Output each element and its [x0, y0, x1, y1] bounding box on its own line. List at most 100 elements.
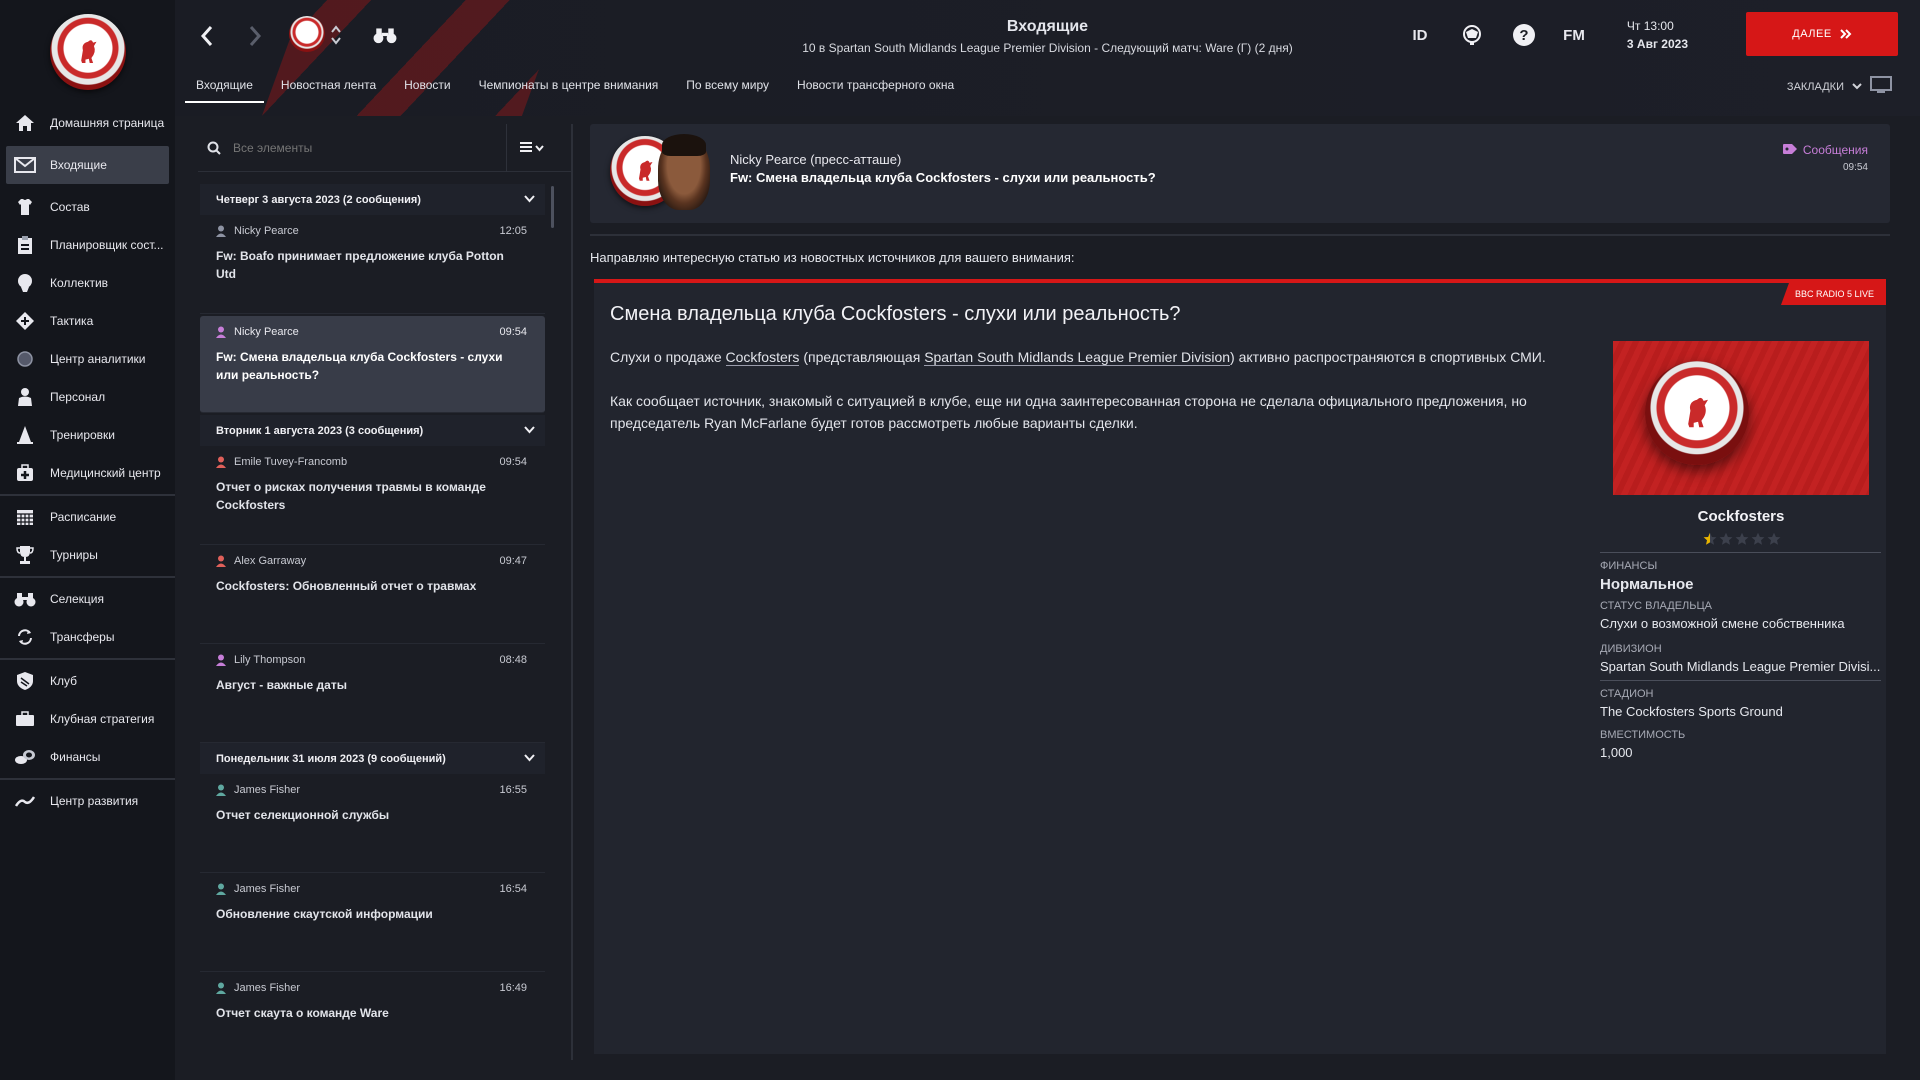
info-value: Слухи о возможной смене собственника: [1600, 616, 1845, 631]
tab-competitions-spotlight[interactable]: Чемпионаты в центре внимания: [468, 77, 670, 103]
globe-ball-icon[interactable]: [1459, 22, 1485, 48]
club-crest-icon[interactable]: [49, 14, 126, 90]
tab-news[interactable]: Новости: [393, 77, 461, 103]
message-group-header[interactable]: Понедельник 31 июля 2023 (9 сообщений): [200, 743, 545, 774]
club-link[interactable]: Cockfosters: [725, 349, 800, 366]
message-sender: Nicky Pearce: [234, 225, 299, 237]
sidebar-item-development[interactable]: Центр развития: [0, 782, 175, 820]
sidebar-item-label: Трансферы: [50, 630, 115, 644]
message-time: 16:54: [499, 883, 527, 895]
list-item[interactable]: James Fisher 16:55 Отчет селекционной сл…: [200, 774, 545, 873]
monitor-icon[interactable]: [1870, 76, 1892, 97]
message-group-header[interactable]: Четверг 3 августа 2023 (2 сообщения): [200, 184, 545, 215]
message-view: Nicky Pearce (пресс-атташе) Fw: Смена вл…: [590, 124, 1890, 1060]
list-item[interactable]: Nicky Pearce 12:05 Fw: Boafo принимает п…: [200, 215, 545, 314]
list-item-selected[interactable]: Nicky Pearce 09:54 Fw: Смена владельца к…: [200, 316, 545, 413]
article-paragraph: Слухи о продаже Cockfosters (представляю…: [610, 346, 1580, 368]
chevron-down-icon: [535, 139, 544, 157]
sender-avatar[interactable]: [658, 134, 710, 210]
tab-inbox[interactable]: Входящие: [185, 77, 264, 103]
person-icon: [216, 225, 226, 237]
info-value: Нормальное: [1600, 576, 1694, 593]
list-scrollbar[interactable]: [551, 186, 554, 228]
club-info: ФИНАНСЫ Нормальное СТАТУС ВЛАДЕЛЬЦА Слух…: [1600, 549, 1881, 760]
sidebar-item-analytics[interactable]: Центр аналитики: [0, 340, 175, 378]
sidebar-item-dynamics[interactable]: Коллектив: [0, 264, 175, 302]
star-icon: [1735, 532, 1749, 545]
list-item[interactable]: James Fisher 16:54 Обновление скаутской …: [200, 873, 545, 972]
sidebar-item-label: Турниры: [50, 548, 98, 562]
list-item[interactable]: Lily Thompson 08:48 Август - важные даты: [200, 644, 545, 743]
sidebar-item-tactics[interactable]: Тактика: [0, 302, 175, 340]
sidebar-item-inbox[interactable]: Входящие: [6, 146, 169, 184]
double-chevron-right-icon: [1839, 29, 1852, 39]
sidebar-item-squad[interactable]: Состав: [0, 188, 175, 226]
tab-news-feed[interactable]: Новостная лента: [270, 77, 387, 103]
star-icon: [1703, 532, 1717, 545]
briefcase-icon: [14, 708, 36, 730]
team-icon: [14, 272, 36, 294]
sidebar-item-transfers[interactable]: Трансферы: [0, 618, 175, 656]
sidebar-item-medical[interactable]: Медицинский центр: [0, 454, 175, 492]
sidebar-item-club-strategy[interactable]: Клубная стратегия: [0, 700, 175, 738]
message-category-tag[interactable]: Сообщения: [1782, 143, 1868, 157]
sidebar-item-label: Центр развития: [50, 794, 139, 808]
fm-button[interactable]: FM: [1559, 24, 1589, 46]
sidebar-item-label: Медицинский центр: [50, 466, 161, 480]
message-sender: James Fisher: [234, 883, 301, 895]
league-link[interactable]: Spartan South Midlands League Premier Di…: [924, 349, 1231, 366]
cone-icon: [14, 424, 36, 446]
filter-menu-button[interactable]: [520, 139, 550, 157]
sidebar-item-label: Домашняя страница: [50, 116, 165, 130]
trophy-icon: [14, 544, 36, 566]
group-title: Четверг 3 августа 2023 (2 сообщения): [216, 193, 421, 206]
game-date[interactable]: Чт 13:00 3 Авг 2023: [1627, 17, 1688, 53]
list-item[interactable]: Emile Tuvey-Francomb 09:54 Отчет о риска…: [200, 446, 545, 545]
sidebar-item-squad-planner[interactable]: Планировщик сост...: [0, 226, 175, 264]
text: (представляющая: [799, 349, 925, 365]
message-sender: Nicky Pearce: [234, 326, 299, 338]
sidebar-item-label: Центр аналитики: [50, 352, 146, 366]
message-group-header[interactable]: Вторник 1 августа 2023 (3 сообщения): [200, 415, 545, 446]
sidebar-item-competitions[interactable]: Турниры: [0, 536, 175, 574]
search-input[interactable]: [233, 140, 483, 155]
club-name[interactable]: Cockfosters: [1613, 508, 1869, 525]
sidebar-item-scouting[interactable]: Селекция: [0, 580, 175, 618]
message-subject: Fw: Смена владельца клуба Cockfosters - …: [216, 350, 503, 382]
analytics-icon: [14, 348, 36, 370]
tag-label: Сообщения: [1802, 143, 1868, 157]
sidebar-item-club[interactable]: Клуб: [0, 662, 175, 700]
bookmarks[interactable]: ЗАКЛАДКИ: [1787, 76, 1892, 97]
nav-divider: [0, 494, 175, 496]
message-time: 09:54: [499, 326, 527, 338]
article-title: Смена владельца клуба Cockfosters - слух…: [610, 303, 1181, 325]
star-icon: [1767, 532, 1781, 545]
club-logo-area: [0, 0, 175, 104]
sidebar-item-staff[interactable]: Персонал: [0, 378, 175, 416]
list-item[interactable]: Alex Garraway 09:47 Cockfosters: Обновле…: [200, 545, 545, 644]
medical-icon: [14, 462, 36, 484]
sidebar-item-training[interactable]: Тренировки: [0, 416, 175, 454]
message-sender-name[interactable]: Nicky Pearce (пресс-атташе): [730, 152, 901, 167]
sidebar-item-label: Входящие: [50, 158, 107, 172]
inbox-list-panel: Четверг 3 августа 2023 (2 сообщения) Nic…: [198, 124, 573, 1060]
tab-transfer-window-news[interactable]: Новости трансферного окна: [786, 77, 965, 103]
nav-divider: [0, 658, 175, 660]
sidebar-item-finances[interactable]: Финансы: [0, 738, 175, 776]
list-item[interactable]: James Fisher 16:49 Отчет скаута о команд…: [200, 972, 545, 1060]
info-value[interactable]: Spartan South Midlands League Premier Di…: [1600, 659, 1881, 674]
message-sender: Emile Tuvey-Francomb: [234, 456, 348, 468]
sidebar-item-label: Тактика: [50, 314, 94, 328]
nav-divider: [0, 778, 175, 780]
sidebar-item-label: Персонал: [50, 390, 106, 404]
search-icon: [207, 141, 221, 155]
star-icon: [1751, 532, 1765, 545]
sidebar-item-schedule[interactable]: Расписание: [0, 498, 175, 536]
id-button[interactable]: ID: [1405, 24, 1435, 46]
continue-button[interactable]: ДАЛЕЕ: [1746, 12, 1898, 56]
sidebar-item-label: Селекция: [50, 592, 104, 606]
nav-divider: [0, 576, 175, 578]
tab-around-world[interactable]: По всему миру: [675, 77, 780, 103]
help-icon[interactable]: ?: [1511, 22, 1537, 48]
sidebar-item-home[interactable]: Домашняя страница: [0, 104, 175, 142]
